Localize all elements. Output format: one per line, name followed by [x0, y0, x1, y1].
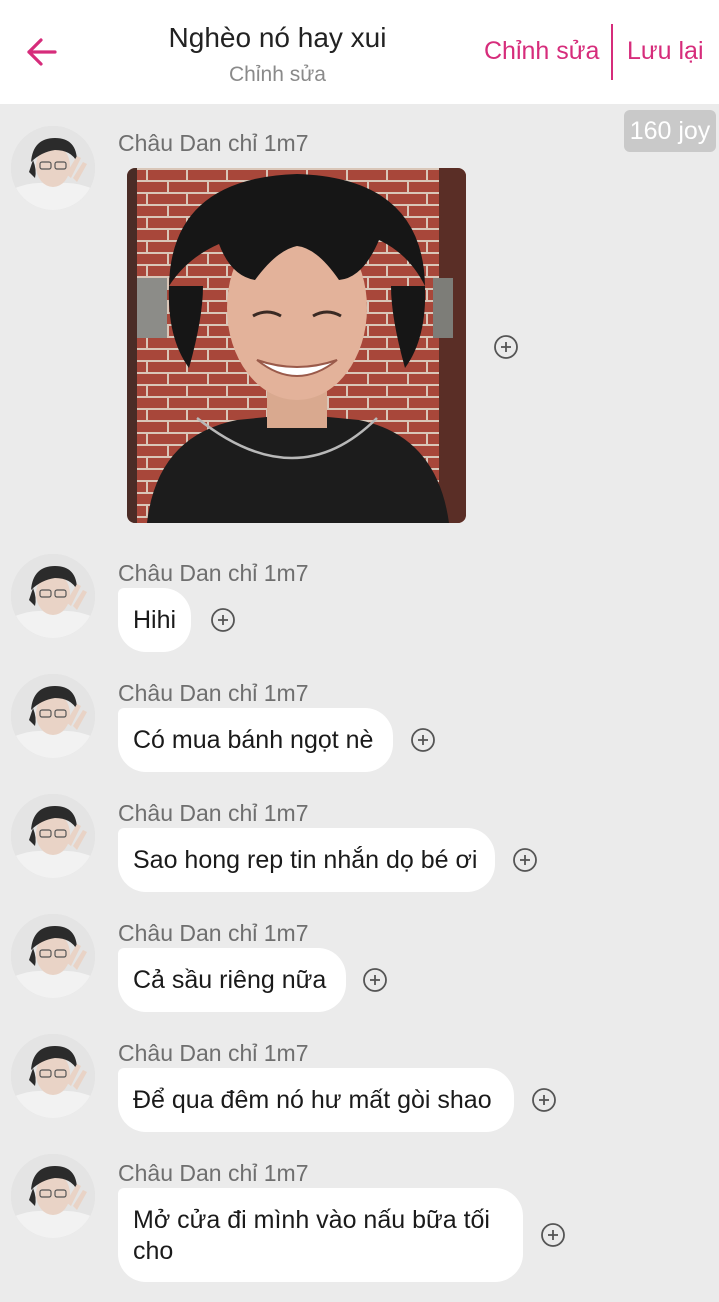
photo-message[interactable]: [127, 168, 466, 523]
avatar[interactable]: [11, 1154, 95, 1238]
avatar[interactable]: [11, 794, 95, 878]
edit-button[interactable]: Chỉnh sửa: [484, 37, 599, 66]
header-divider: [611, 24, 613, 80]
sender-name: Châu Dan chỉ 1m7: [118, 130, 309, 156]
message-bubble[interactable]: Sao hong rep tin nhắn dọ bé ơi: [118, 828, 495, 892]
page-title: Nghèo nó hay xui: [168, 22, 387, 53]
avatar[interactable]: [11, 126, 95, 210]
message-bubble[interactable]: Mở cửa đi mình vào nấu bữa tối cho: [118, 1188, 523, 1282]
avatar[interactable]: [11, 554, 95, 638]
sender-name: Châu Dan chỉ 1m7: [118, 1160, 309, 1186]
add-reaction-icon[interactable]: [540, 1222, 566, 1248]
sender-name: Châu Dan chỉ 1m7: [118, 1040, 309, 1066]
joy-badge: 160 joy: [624, 110, 716, 152]
sender-name: Châu Dan chỉ 1m7: [118, 920, 309, 946]
arrow-left-icon: [27, 38, 57, 66]
title-block: Nghèo nó hay xui Chỉnh sửa: [150, 20, 405, 90]
add-reaction-icon[interactable]: [410, 727, 436, 753]
add-reaction-icon[interactable]: [493, 334, 519, 360]
avatar[interactable]: [11, 914, 95, 998]
page-subtitle: Chỉnh sửa: [229, 63, 326, 86]
avatar[interactable]: [11, 674, 95, 758]
message-bubble[interactable]: Có mua bánh ngọt nè: [118, 708, 393, 772]
sender-name: Châu Dan chỉ 1m7: [118, 800, 309, 826]
add-reaction-icon[interactable]: [362, 967, 388, 993]
add-reaction-icon[interactable]: [210, 607, 236, 633]
sender-name: Châu Dan chỉ 1m7: [118, 560, 309, 586]
message-bubble[interactable]: Hihi: [118, 588, 191, 652]
message-bubble[interactable]: Để qua đêm nó hư mất gòi shao: [118, 1068, 514, 1132]
message-bubble[interactable]: Cả sầu riêng nữa: [118, 948, 346, 1012]
sender-name: Châu Dan chỉ 1m7: [118, 680, 309, 706]
top-bar: Nghèo nó hay xui Chỉnh sửa Chỉnh sửa Lưu…: [0, 0, 719, 104]
add-reaction-icon[interactable]: [531, 1087, 557, 1113]
back-button[interactable]: [20, 30, 64, 74]
avatar[interactable]: [11, 1034, 95, 1118]
add-reaction-icon[interactable]: [512, 847, 538, 873]
save-button[interactable]: Lưu lại: [627, 37, 704, 66]
